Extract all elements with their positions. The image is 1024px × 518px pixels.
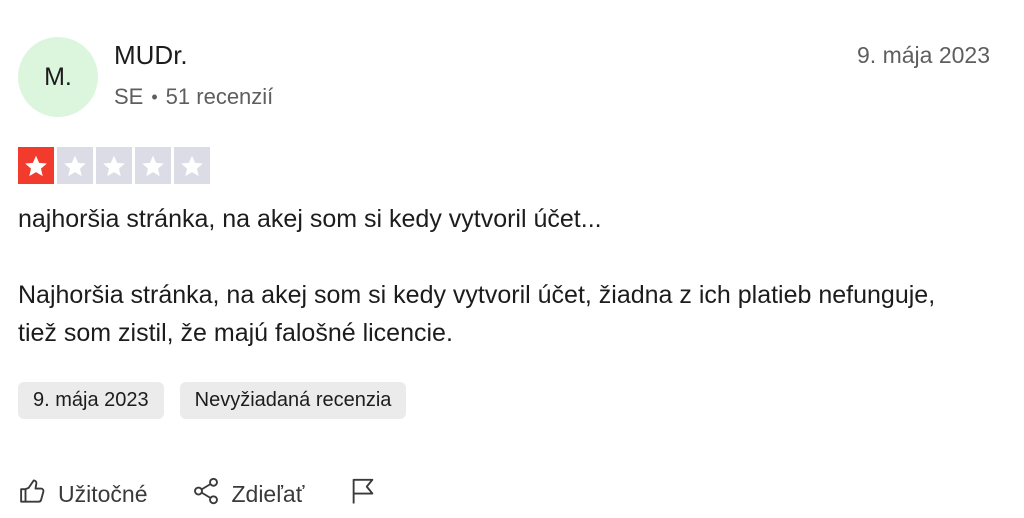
share-button[interactable]: Zdieľať [191, 476, 304, 512]
share-label: Zdieľať [231, 480, 305, 507]
star-icon [57, 147, 93, 184]
tag-experience-date: 9. mája 2023 [18, 382, 164, 419]
report-button[interactable] [348, 476, 378, 512]
review-tags: 9. mája 2023 Nevyžiadaná recenzia [18, 382, 407, 419]
share-icon [191, 476, 221, 512]
review-body: Najhoršia stránka, na akej som si kedy v… [18, 281, 936, 347]
star-rating [18, 147, 210, 184]
avatar[interactable]: M. [18, 37, 98, 117]
review-title[interactable]: najhoršia stránka, na akej som si kedy v… [18, 205, 602, 234]
reviewer-country: SE [114, 84, 144, 109]
useful-button[interactable]: Užitočné [18, 476, 147, 512]
meta-separator: • [151, 86, 158, 107]
star-icon [135, 147, 171, 184]
star-icon [96, 147, 132, 184]
review-actions: Užitočné Zdieľať [18, 474, 378, 514]
avatar-initials: M. [44, 62, 72, 91]
thumbs-up-icon [18, 476, 48, 512]
reviewer-review-count: 51 recenzií [165, 84, 274, 109]
reviewer-name[interactable]: MUDr. [114, 40, 188, 71]
tag-unprompted-review[interactable]: Nevyžiadaná recenzia [179, 382, 407, 419]
star-icon [18, 147, 54, 184]
reviewer-meta: SE • 51 recenzií [114, 84, 273, 110]
useful-label: Užitočné [58, 480, 148, 507]
star-icon [174, 147, 210, 184]
review-date: 9. mája 2023 [857, 42, 990, 68]
flag-icon [348, 476, 378, 512]
review-card: M. MUDr. SE • 51 recenzií 9. mája 2023 n… [0, 0, 1024, 518]
